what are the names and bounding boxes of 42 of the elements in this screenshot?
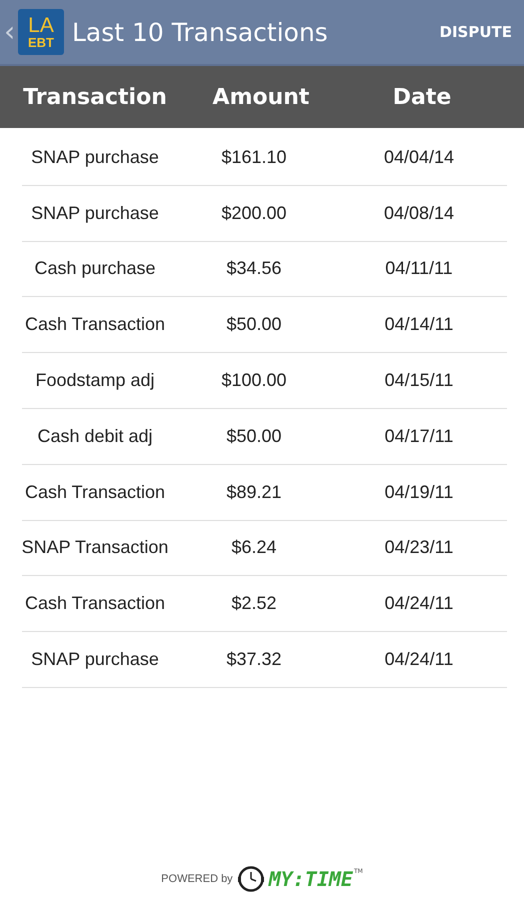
logo-text: LA	[28, 15, 54, 36]
table-cell-text: $2.52	[230, 593, 278, 614]
table-cell-text: SNAP Transaction	[20, 537, 170, 558]
table-cell-text: $50.00	[225, 426, 283, 447]
app-logo[interactable]: LA EBT	[18, 9, 64, 55]
table-cell-text: 04/15/11	[384, 370, 454, 392]
table-cell-text: $200.00	[220, 202, 288, 224]
table-cell-text: SNAP purchase	[30, 202, 160, 224]
table-cell-text: 04/24/11	[384, 593, 454, 614]
table-cell-text: $37.32	[225, 649, 283, 670]
table-cell-text: $6.24	[230, 537, 278, 558]
table-cell-text: 04/08/14	[382, 202, 456, 224]
table-cell-text: Cash debit adj	[36, 426, 154, 447]
table-cell-text: Cash Transaction	[24, 593, 166, 614]
table-cell-text: SNAP purchase	[30, 649, 160, 670]
table-cell-text: $161.10	[220, 146, 288, 168]
table-cell-text: $100.00	[220, 370, 288, 392]
table-cell-text: Cash Transaction	[24, 314, 166, 336]
dispute-button[interactable]: DISPUTE	[440, 17, 512, 47]
table-cell-text: $50.00	[225, 314, 283, 336]
table-cell-text: 04/14/11	[384, 314, 454, 336]
powered-by-text: POWERED by	[161, 873, 233, 885]
table-cell-text: 04/04/14	[382, 146, 456, 168]
table-cell-text: SNAP purchase	[30, 146, 160, 168]
table-cell-text: 04/17/11	[384, 426, 454, 447]
screen-title: Last 10 Transactions	[72, 18, 329, 46]
table-cell-text: 04/23/11	[384, 537, 454, 558]
table-cell-text: Cash Transaction	[24, 482, 166, 503]
clock-icon	[238, 866, 264, 892]
column-header: Amount	[212, 84, 310, 110]
column-header: Transaction	[22, 84, 168, 110]
table-cell-text: Cash purchase	[33, 258, 157, 280]
logo-text: EBT	[28, 36, 54, 49]
back-icon[interactable]: ‹	[4, 18, 18, 46]
table-cell-text: 04/11/11	[384, 258, 454, 280]
column-header: Date	[392, 84, 452, 110]
table-cell-text: $34.56	[225, 258, 283, 280]
table-cell-text: $89.21	[225, 482, 283, 503]
brand-text: MY:TIME	[268, 867, 353, 891]
table-cell-text: 04/19/11	[384, 482, 454, 503]
table-cell-text: Foodstamp adj	[34, 370, 156, 392]
table-cell-text: 04/24/11	[384, 649, 454, 670]
